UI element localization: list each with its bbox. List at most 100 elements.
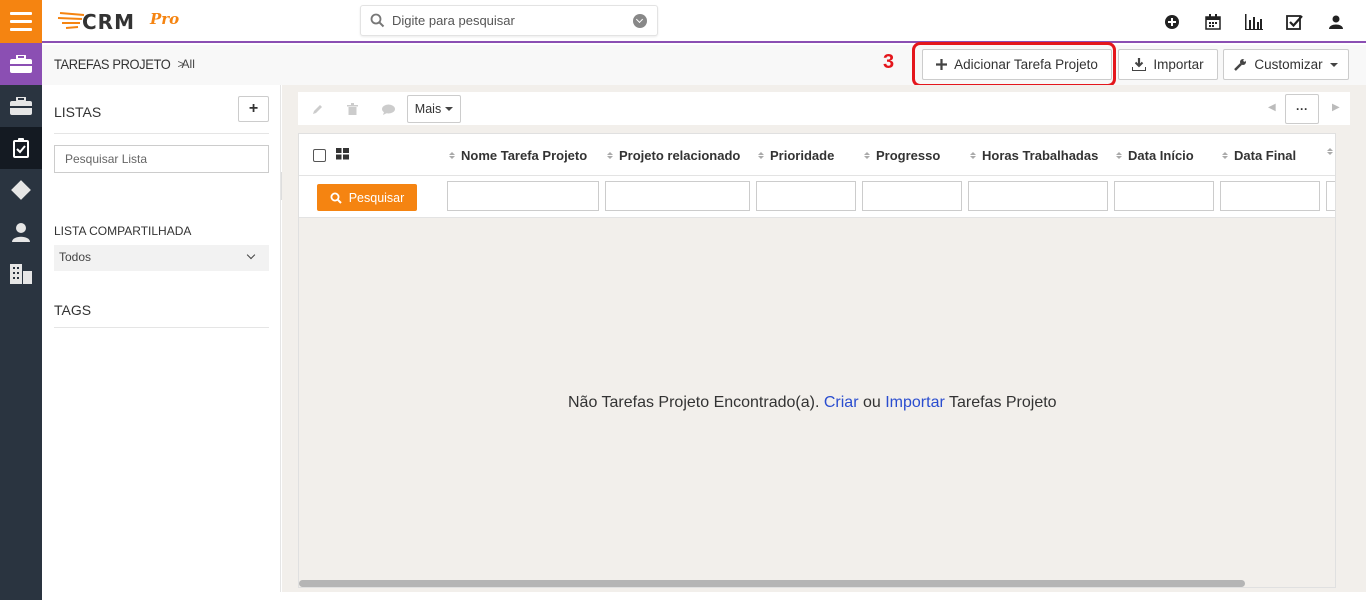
column-header[interactable]: Horas Trabalhadas [970, 148, 1098, 163]
shared-list-heading: LISTA COMPARTILHADA [54, 224, 192, 238]
data-grid: Nome Tarefa Projeto Projeto relacionado … [298, 133, 1336, 588]
top-icons [1151, 11, 1356, 33]
select-all-checkbox[interactable] [313, 149, 326, 162]
breadcrumb: TAREFAS PROJETO > All [54, 56, 195, 72]
sort-icon [607, 152, 613, 159]
divider [54, 327, 269, 328]
column-label: Progresso [876, 148, 941, 163]
add-project-task-button[interactable]: Adicionar Tarefa Projeto [922, 49, 1112, 80]
diamond-icon [11, 180, 31, 200]
empty-state-message: Não Tarefas Projeto Encontrado(a). Criar… [568, 394, 1057, 412]
search-list-input[interactable]: Pesquisar Lista [54, 145, 269, 173]
empty-state-or: ou [862, 394, 881, 411]
filter-input-name[interactable] [447, 181, 599, 211]
filter-input-partial[interactable] [1326, 181, 1335, 211]
edit-button[interactable] [307, 99, 329, 119]
search-filter-button[interactable]: Pesquisar [317, 184, 417, 211]
sort-icon [1327, 148, 1333, 155]
comment-button[interactable] [377, 99, 399, 119]
import-label: Importar [1153, 57, 1204, 72]
next-page-icon[interactable]: ▶ [1332, 102, 1340, 113]
add-list-button[interactable]: + [238, 96, 269, 122]
caret-down-icon [445, 107, 454, 111]
logo-suffix: Pro [150, 10, 180, 28]
delete-button[interactable] [341, 99, 363, 119]
rail-tasks-button[interactable] [0, 127, 42, 169]
chevron-down-circle-icon[interactable] [633, 14, 647, 28]
tasks-check-button[interactable] [1274, 11, 1315, 33]
sort-icon [864, 152, 870, 159]
calendar-button[interactable] [1192, 11, 1233, 33]
rail-accounts-button[interactable] [0, 253, 42, 295]
filter-input-progress[interactable] [862, 181, 962, 211]
quick-create-button[interactable] [1151, 11, 1192, 33]
grid-header: Nome Tarefa Projeto Projeto relacionado … [299, 134, 1335, 176]
left-rail [0, 0, 42, 600]
more-actions-label: Mais [414, 102, 442, 116]
page-header: TAREFAS PROJETO > All 3 Adicionar Tarefa… [42, 42, 1366, 87]
filter-input-start-date[interactable] [1114, 181, 1214, 211]
global-search-input[interactable]: Digite para pesquisar [360, 5, 658, 36]
plus-circle-icon [1164, 15, 1179, 29]
import-link[interactable]: Importar [885, 394, 945, 411]
column-header[interactable]: Prioridade [758, 148, 834, 163]
logo-text: CRM [82, 10, 135, 34]
page-title[interactable]: TAREFAS PROJETO [54, 56, 171, 72]
tags-heading: TAGS [54, 302, 92, 318]
user-icon [1328, 15, 1343, 29]
prev-page-icon[interactable]: ◀ [1268, 102, 1276, 113]
grid-filter-row: Pesquisar [299, 176, 1335, 218]
sort-icon [1116, 152, 1122, 159]
column-header[interactable]: Data Início [1116, 148, 1194, 163]
filter-input-hours[interactable] [968, 181, 1108, 211]
app-logo[interactable]: CRM Pro [54, 7, 194, 35]
plus-icon [936, 59, 948, 70]
column-label: Prioridade [770, 148, 835, 163]
footer-strip [42, 592, 1366, 600]
search-list-placeholder: Pesquisar Lista [65, 152, 148, 166]
building-icon [10, 264, 32, 284]
column-header[interactable]: Progresso [864, 148, 940, 163]
sort-icon [758, 152, 764, 159]
divider [54, 133, 269, 134]
more-options-button[interactable]: ··· [1285, 94, 1319, 124]
user-profile-button[interactable] [1315, 11, 1356, 33]
calendar-icon [1204, 14, 1221, 30]
column-header-partial[interactable] [1327, 148, 1333, 155]
more-actions-dropdown[interactable]: Mais [407, 95, 461, 123]
sort-icon [1222, 152, 1228, 159]
bar-chart-icon [1244, 14, 1263, 30]
filter-input-priority[interactable] [756, 181, 856, 211]
ellipsis-icon: ··· [1296, 102, 1308, 116]
search-icon [330, 192, 342, 204]
column-label: Projeto relacionado [619, 148, 741, 163]
rail-contacts-button[interactable] [0, 211, 42, 253]
search-icon [370, 13, 385, 28]
shared-list-select[interactable]: Todos [54, 245, 269, 271]
column-header[interactable]: Projeto relacionado [607, 148, 740, 163]
download-icon [1132, 58, 1147, 71]
import-button[interactable]: Importar [1118, 49, 1218, 80]
user-icon [12, 223, 30, 242]
customize-label: Customizar [1254, 57, 1323, 72]
main-content: Mais ◀ ··· ▶ Nome Tarefa Projeto Projeto… [282, 85, 1366, 600]
sort-icon [970, 152, 976, 159]
customize-button[interactable]: Customizar [1223, 49, 1349, 80]
horizontal-scrollbar[interactable] [299, 580, 1245, 587]
filter-input-project[interactable] [605, 181, 750, 211]
column-header[interactable]: Data Final [1222, 148, 1296, 163]
rail-projects-button[interactable] [0, 85, 42, 127]
filter-input-end-date[interactable] [1220, 181, 1320, 211]
list-toolbar: Mais ◀ ··· ▶ [298, 92, 1350, 125]
caret-down-icon [1329, 62, 1338, 67]
rail-diamond-button[interactable] [0, 169, 42, 211]
column-header[interactable]: Nome Tarefa Projeto [449, 148, 587, 163]
hamburger-menu-button[interactable] [0, 0, 42, 43]
column-label: Data Final [1234, 148, 1297, 163]
rail-briefcase-active-button[interactable] [0, 43, 42, 85]
pencil-icon [313, 105, 322, 114]
empty-state-suffix: Tarefas Projeto [948, 394, 1057, 411]
reports-button[interactable] [1233, 11, 1274, 33]
create-link[interactable]: Criar [824, 394, 859, 411]
lists-sidebar: LISTAS + Pesquisar Lista LISTA COMPARTIL… [42, 85, 281, 600]
